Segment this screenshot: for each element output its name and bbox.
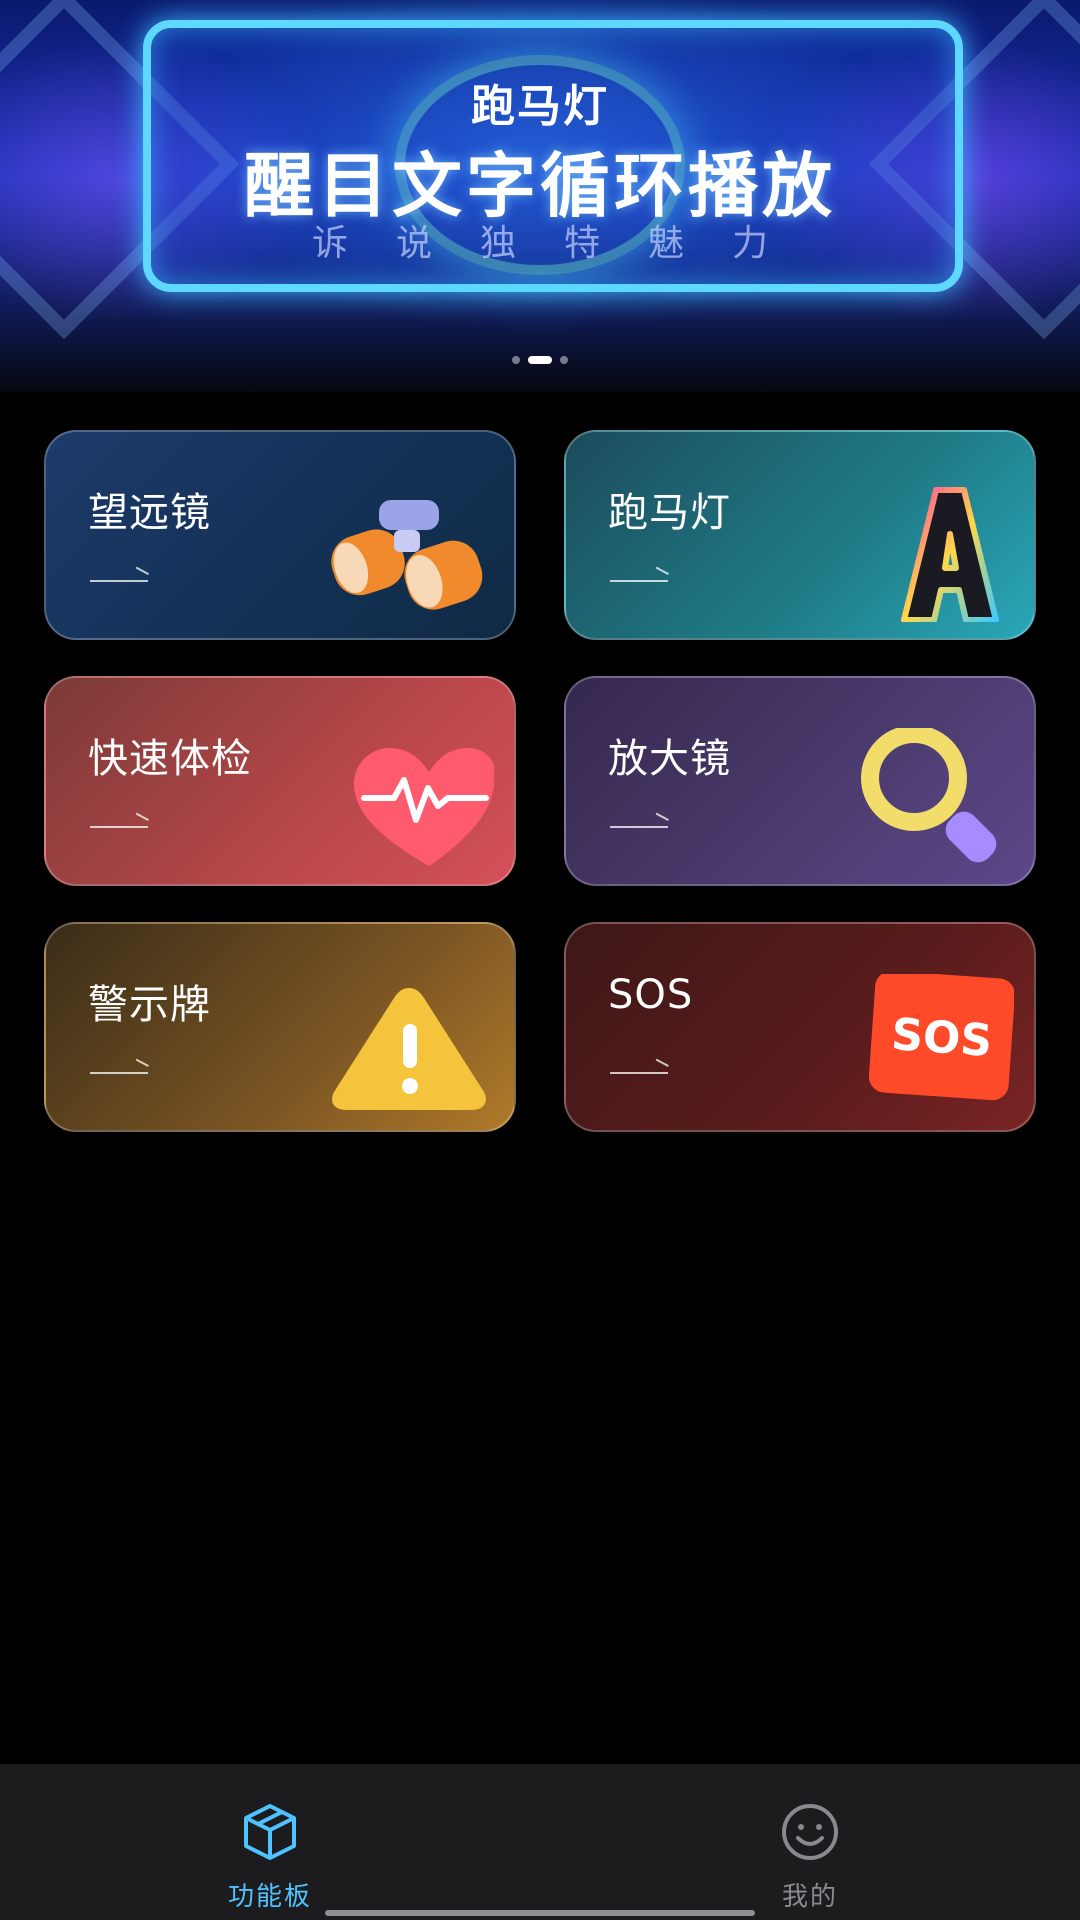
feature-card-marquee[interactable]: 跑马灯 bbox=[564, 430, 1036, 640]
banner-tag: 跑马灯 bbox=[471, 81, 609, 132]
sos-sign-icon: SOS bbox=[868, 974, 1014, 1101]
feature-card-health-check[interactable]: 快速体检 bbox=[44, 676, 516, 886]
arrow-right-icon bbox=[90, 826, 148, 828]
feature-card-label: 望远镜 bbox=[88, 490, 211, 536]
carousel-dot-active[interactable] bbox=[528, 356, 552, 364]
feature-card-label: 放大镜 bbox=[608, 736, 731, 782]
nav-tab-home-label: 功能板 bbox=[227, 1882, 312, 1912]
app-screen: 跑马灯 醒目文字循环播放 诉说独特魅力 望远镜 跑马灯 快速体检 放大镜 警示牌… bbox=[0, 0, 1080, 1920]
cube-box-icon bbox=[244, 1804, 296, 1860]
warning-sign-icon bbox=[332, 988, 486, 1110]
feature-card-label: 警示牌 bbox=[88, 982, 211, 1028]
carousel-indicator bbox=[0, 356, 1080, 364]
arrow-right-icon bbox=[90, 580, 148, 582]
feature-card-sos[interactable]: SOS SOS bbox=[564, 922, 1036, 1132]
feature-card-warning-sign[interactable]: 警示牌 bbox=[44, 922, 516, 1132]
feature-card-label: 跑马灯 bbox=[608, 490, 731, 536]
arrow-right-icon bbox=[610, 826, 668, 828]
carousel-dot[interactable] bbox=[512, 356, 520, 364]
feature-card-telescope[interactable]: 望远镜 bbox=[44, 430, 516, 640]
smiley-face-icon bbox=[782, 1804, 838, 1860]
arrow-right-icon bbox=[90, 1072, 148, 1074]
binoculars-icon bbox=[331, 500, 483, 610]
banner-subline: 诉说独特魅力 bbox=[311, 223, 816, 264]
heart-pulse-icon bbox=[354, 748, 494, 866]
nav-tab-home[interactable]: 功能板 bbox=[120, 1764, 420, 1920]
banner-carousel[interactable]: 跑马灯 醒目文字循环播放 诉说独特魅力 bbox=[0, 0, 1080, 392]
magnifier-icon bbox=[861, 728, 997, 863]
neon-letter-a-icon bbox=[901, 487, 999, 622]
home-indicator bbox=[325, 1910, 755, 1916]
arrow-right-icon bbox=[610, 580, 668, 582]
feature-card-magnifier[interactable]: 放大镜 bbox=[564, 676, 1036, 886]
feature-card-label: 快速体检 bbox=[88, 736, 252, 782]
bottom-nav: 功能板 我的 bbox=[0, 1764, 1080, 1920]
arrow-right-icon bbox=[610, 1072, 668, 1074]
feature-card-label: SOS bbox=[608, 972, 694, 1018]
sos-icon-text: SOS bbox=[890, 1009, 994, 1067]
carousel-dot[interactable] bbox=[560, 356, 568, 364]
nav-tab-profile[interactable]: 我的 bbox=[660, 1764, 960, 1920]
nav-tab-profile-label: 我的 bbox=[781, 1882, 838, 1912]
